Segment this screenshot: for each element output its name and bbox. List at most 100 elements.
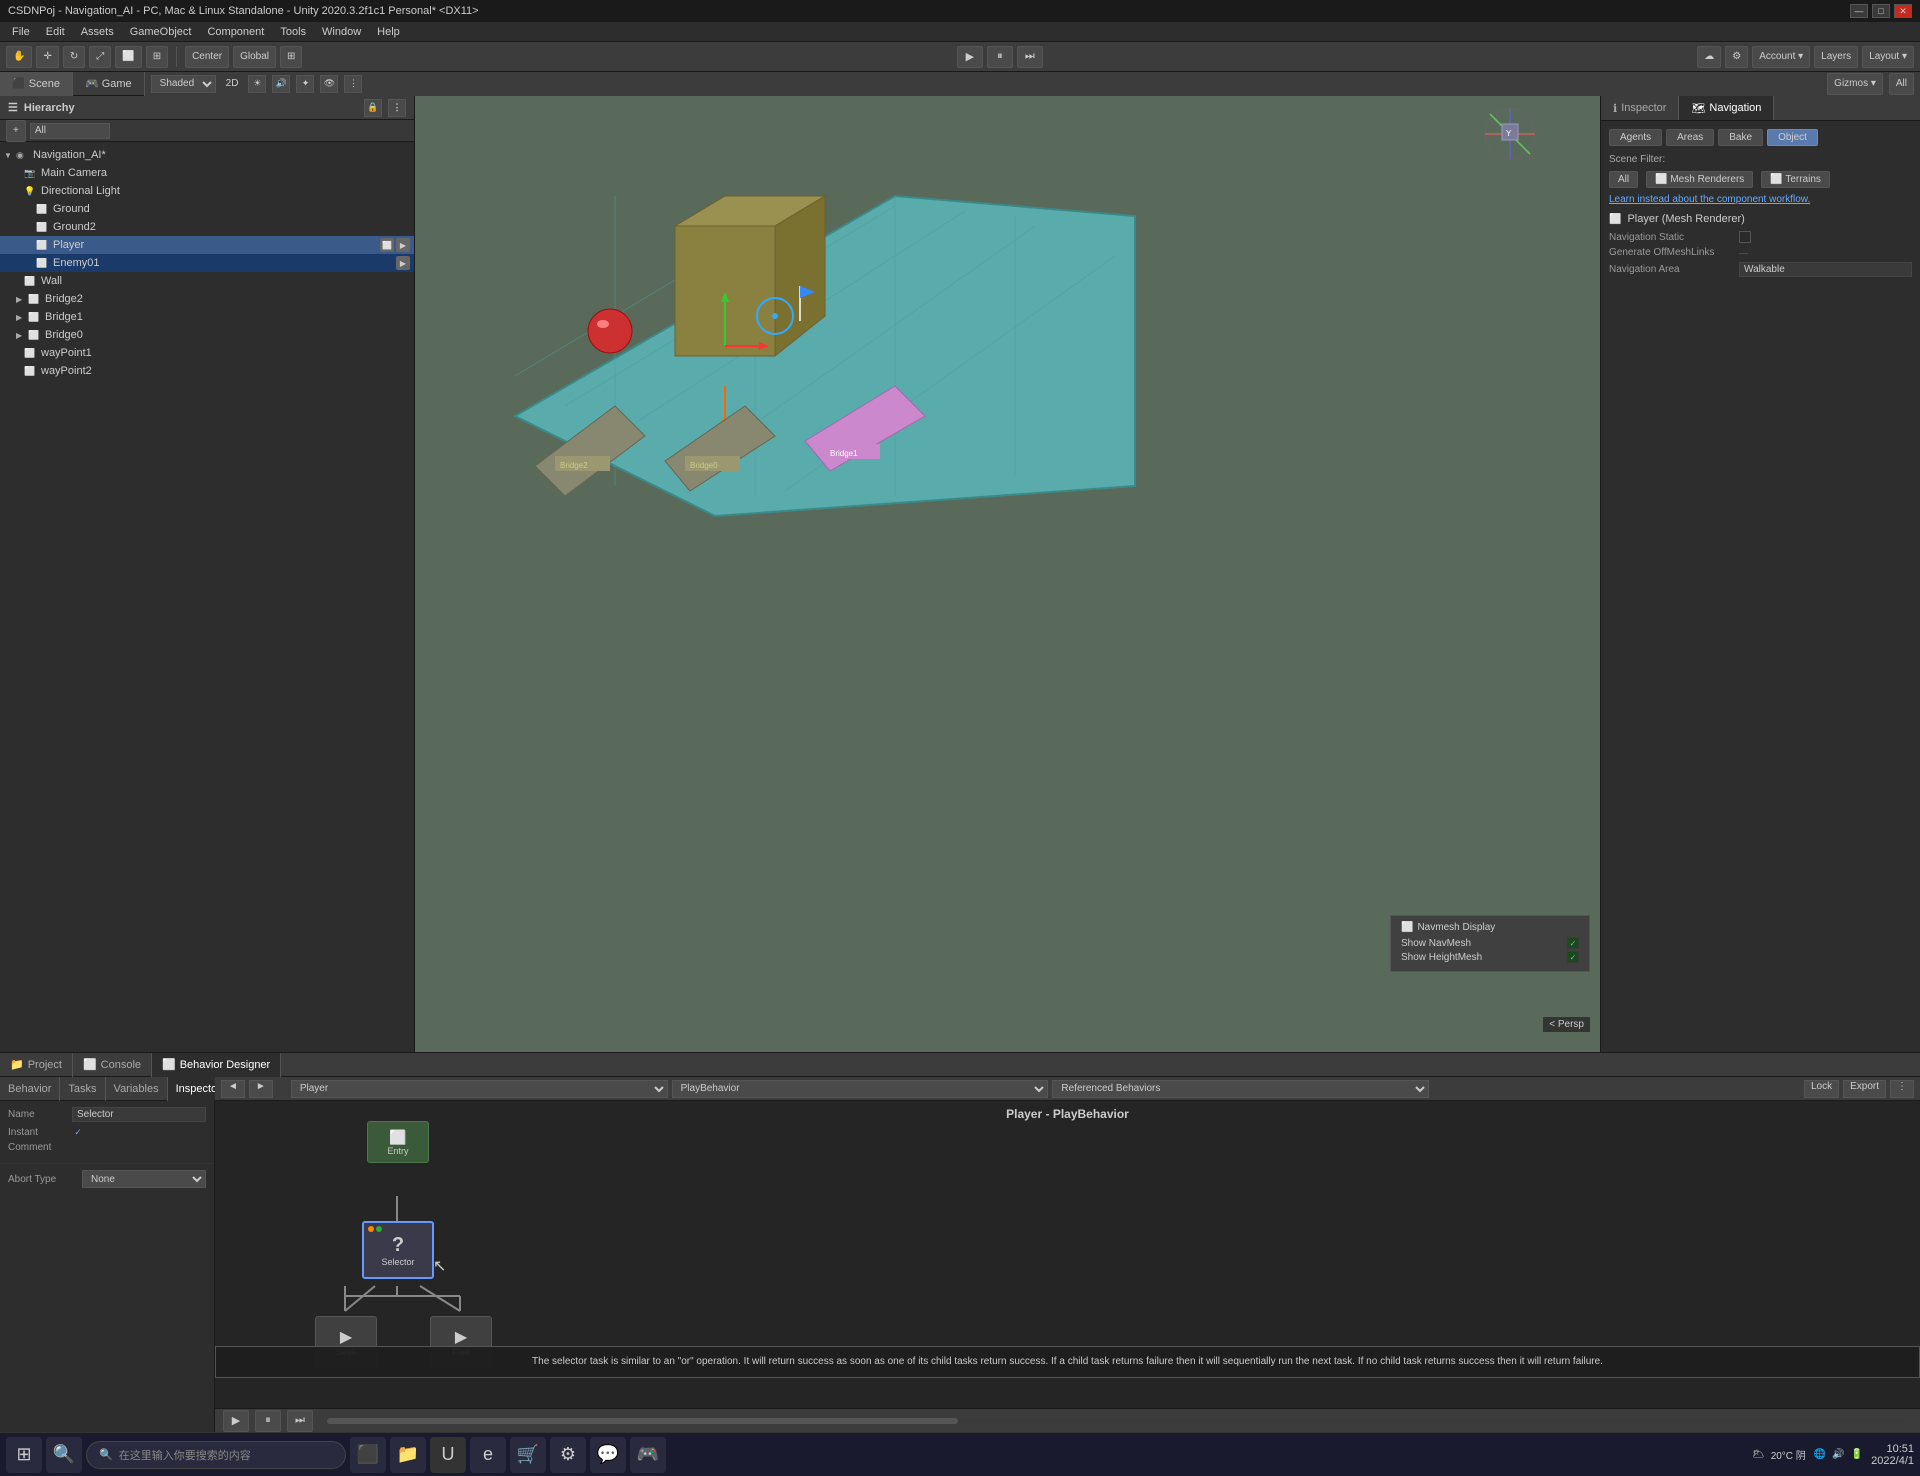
nav-tab-object[interactable]: Object — [1767, 129, 1818, 146]
tree-item-bridge2[interactable]: ▶ ⬜ Bridge2 — [0, 290, 414, 308]
navigation-tab[interactable]: 🗺 Navigation — [1679, 96, 1774, 120]
gizmos-button[interactable]: Gizmos ▾ — [1827, 73, 1883, 95]
tool-rect[interactable]: ⬜ — [115, 46, 141, 68]
filter-all-btn[interactable]: All — [1609, 171, 1638, 188]
tree-item-player[interactable]: ⬜ Player ⬜ ▶ — [0, 236, 414, 254]
scene-viewport[interactable]: Bridge2 Bridge0 Bridge1 Y — [415, 96, 1600, 1052]
beh-referenced-select[interactable]: Referenced Behaviors — [1052, 1080, 1429, 1098]
nav-tab-areas[interactable]: Areas — [1666, 129, 1714, 146]
filter-terrain-btn[interactable]: ⬜ Terrains — [1761, 171, 1830, 188]
taskbar-clock[interactable]: 10:51 2022/4/1 — [1871, 1443, 1914, 1467]
global-button[interactable]: Global — [233, 46, 276, 68]
tool-transform[interactable]: ⊞ — [146, 46, 168, 68]
beh-behavior-select[interactable]: PlayBehavior — [672, 1080, 1049, 1098]
behavior-node-entry[interactable]: ⬜ Entry — [367, 1121, 429, 1163]
nav-workflow-link[interactable]: Learn instead about the component workfl… — [1609, 194, 1912, 205]
tree-item-camera[interactable]: 📷 Main Camera — [0, 164, 414, 182]
scene-gizmo-widget[interactable]: Y — [1480, 104, 1540, 164]
hierarchy-drag-handle[interactable]: ☰ — [8, 101, 18, 114]
beh-pause-btn[interactable]: ⏸ — [255, 1410, 281, 1432]
grid-button[interactable]: ⊞ — [280, 46, 302, 68]
beh-tab-behavior[interactable]: Behavior — [0, 1077, 60, 1101]
tree-item-waypoint1[interactable]: ⬜ wayPoint1 — [0, 344, 414, 362]
discord-btn[interactable]: 💬 — [590, 1437, 626, 1473]
fx-icon[interactable]: ✦ — [296, 75, 314, 93]
tree-item-bridge1[interactable]: ▶ ⬜ Bridge1 — [0, 308, 414, 326]
search-button[interactable]: 🔍 — [46, 1437, 82, 1473]
close-button[interactable]: ✕ — [1894, 4, 1912, 18]
nav-tab-agents[interactable]: Agents — [1609, 129, 1662, 146]
search-scene-btn[interactable]: All — [1889, 73, 1914, 95]
store-btn[interactable]: 🛒 — [510, 1437, 546, 1473]
navmesh-show-checkbox[interactable]: ✓ — [1567, 937, 1579, 949]
task-view-btn[interactable]: ⬛ — [350, 1437, 386, 1473]
menu-help[interactable]: Help — [369, 22, 408, 42]
tool-move[interactable]: ✛ — [36, 46, 58, 68]
hierarchy-options-icon[interactable]: ⋮ — [388, 99, 406, 117]
beh-tab-tasks[interactable]: Tasks — [60, 1077, 105, 1101]
scene-extras-icon[interactable]: ⋮ — [344, 75, 362, 93]
tool-scale[interactable]: ⤢ — [89, 46, 111, 68]
play-button[interactable]: ▶ — [957, 46, 983, 68]
steam-btn[interactable]: 🎮 — [630, 1437, 666, 1473]
tool-rotate[interactable]: ↻ — [63, 46, 85, 68]
collab-button[interactable]: ☁ — [1697, 46, 1721, 68]
persp-label[interactable]: < Persp — [1543, 1017, 1590, 1032]
beh-prev-btn[interactable]: ◄ — [221, 1080, 245, 1098]
settings-btn[interactable]: ⚙ — [550, 1437, 586, 1473]
audio-icon[interactable]: 🔊 — [272, 75, 290, 93]
network-icon[interactable]: 🌐 — [1814, 1449, 1826, 1460]
volume-icon[interactable]: 🔊 — [1832, 1449, 1844, 1460]
taskbar-search-bar[interactable]: 🔍 在这里输入你要搜索的内容 — [86, 1441, 346, 1469]
tree-item-light[interactable]: 💡 Directional Light — [0, 182, 414, 200]
tree-item-ground2[interactable]: ⬜ Ground2 — [0, 218, 414, 236]
hierarchy-search-input[interactable] — [30, 123, 110, 139]
behavior-node-selector[interactable]: ? Selector — [362, 1221, 434, 1279]
tree-item-enemy[interactable]: ⬜ Enemy01 ▶ — [0, 254, 414, 272]
inspector-tab[interactable]: ℹ Inspector — [1601, 96, 1679, 120]
cloud-button[interactable]: ⚙ — [1725, 46, 1748, 68]
shading-select[interactable]: Shaded — [151, 75, 216, 93]
beh-next-btn[interactable]: ► — [249, 1080, 273, 1098]
beh-play-btn[interactable]: ▶ — [223, 1410, 249, 1432]
behavior-canvas-area[interactable]: Player - PlayBehavior — [215, 1101, 1920, 1408]
insp-instant-check[interactable]: ✓ — [72, 1126, 84, 1138]
battery-icon[interactable]: 🔋 — [1851, 1449, 1863, 1460]
nav-tab-bake[interactable]: Bake — [1718, 129, 1763, 146]
project-tab[interactable]: 📁 Project — [0, 1053, 73, 1077]
tool-hand[interactable]: ✋ — [6, 46, 32, 68]
scene-tab[interactable]: ⬛ Scene — [0, 72, 73, 96]
2d-toggle[interactable]: 2D — [222, 75, 243, 93]
navmesh-height-checkbox[interactable]: ✓ — [1567, 951, 1579, 963]
tree-item-waypoint2[interactable]: ⬜ wayPoint2 — [0, 362, 414, 380]
unity-btn[interactable]: U — [430, 1437, 466, 1473]
menu-tools[interactable]: Tools — [272, 22, 314, 42]
lighting-icon[interactable]: ☀ — [248, 75, 266, 93]
tree-item-scene[interactable]: ▼ ◉ Navigation_AI* — [0, 146, 414, 164]
account-button[interactable]: Account ▾ — [1752, 46, 1810, 68]
hierarchy-add-btn[interactable]: + — [6, 120, 26, 142]
scene-3d-view[interactable]: Bridge2 Bridge0 Bridge1 Y — [415, 96, 1600, 1052]
layout-button[interactable]: Layout ▾ — [1862, 46, 1914, 68]
hierarchy-lock-icon[interactable]: 🔒 — [364, 99, 382, 117]
abort-select[interactable]: None — [82, 1170, 206, 1188]
beh-timeline[interactable] — [327, 1418, 1904, 1424]
beh-step-btn[interactable]: ⏭ — [287, 1410, 313, 1432]
beh-export-btn[interactable]: Export — [1843, 1080, 1886, 1098]
menu-gameobject[interactable]: GameObject — [122, 22, 200, 42]
behavior-designer-tab[interactable]: ⬜ Behavior Designer — [152, 1053, 281, 1077]
center-button[interactable]: Center — [185, 46, 229, 68]
scene-vis-icon[interactable]: 👁 — [320, 75, 338, 93]
console-tab[interactable]: ⬜ Console — [73, 1053, 152, 1077]
edge-btn[interactable]: e — [470, 1437, 506, 1473]
menu-window[interactable]: Window — [314, 22, 369, 42]
filter-mesh-btn[interactable]: ⬜ Mesh Renderers — [1646, 171, 1753, 188]
minimize-button[interactable]: — — [1850, 4, 1868, 18]
beh-lock-btn[interactable]: Lock — [1804, 1080, 1839, 1098]
file-explorer-btn[interactable]: 📁 — [390, 1437, 426, 1473]
beh-player-select[interactable]: Player — [291, 1080, 668, 1098]
menu-component[interactable]: Component — [199, 22, 272, 42]
nav-static-checkbox[interactable] — [1739, 231, 1751, 243]
pause-button[interactable]: ⏸ — [987, 46, 1013, 68]
start-button[interactable]: ⊞ — [6, 1437, 42, 1473]
